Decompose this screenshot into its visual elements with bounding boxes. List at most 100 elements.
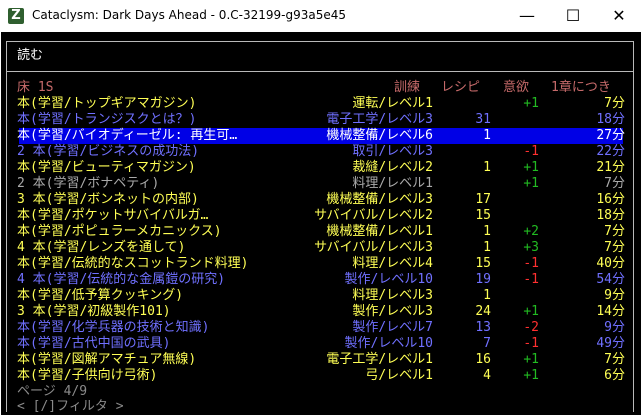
book-row[interactable]: 3 本(学習/初級製作101) 製作/レベル3 24 +1 14分 xyxy=(17,304,637,320)
minimize-button[interactable]: — xyxy=(504,0,550,32)
book-name: 本(学習/バイオディーゼル: 再生可… xyxy=(17,128,238,143)
book-motivation: +1 xyxy=(523,352,539,367)
book-name: 2 本(学習/ビジネスの成功法) xyxy=(17,144,200,159)
book-skill: 製作/レベル3 xyxy=(352,304,433,319)
book-row[interactable]: 2 本(学習/ボナペティ) 料理/レベル1 +1 7分 xyxy=(17,176,637,192)
book-time: 7分 xyxy=(604,240,625,255)
book-name: 本(学習/化学兵器の技術と知識) xyxy=(17,320,210,335)
book-row[interactable]: 本(学習/図解アマチュア無線) 電子工学/レベル1 16 +1 7分 xyxy=(17,352,637,368)
book-time: 18分 xyxy=(596,112,625,127)
book-skill: 料理/レベル4 xyxy=(352,256,433,271)
book-time: 14分 xyxy=(596,304,625,319)
book-motivation: -1 xyxy=(523,256,539,271)
book-recipes: 1 xyxy=(483,224,491,239)
app-icon: Z xyxy=(8,8,24,24)
game-terminal: 読む 床 1S 訓練 レシピ 意欲 1章につき 本(学習/トップギアマガジン) 運… xyxy=(1,32,641,415)
book-time: 9分 xyxy=(604,288,625,303)
book-time: 9分 xyxy=(604,320,625,335)
book-skill: 電子工学/レベル1 xyxy=(326,352,433,367)
book-recipes: 16 xyxy=(475,352,491,367)
book-row-selected[interactable]: 本(学習/バイオディーゼル: 再生可… 機械整備/レベル6 1 27分 xyxy=(17,128,625,144)
book-recipes: 1 xyxy=(483,160,491,175)
book-motivation: +1 xyxy=(523,160,539,175)
book-skill: 製作/レベル10 xyxy=(344,336,433,351)
book-motivation: -2 xyxy=(523,320,539,335)
book-time: 18分 xyxy=(596,208,625,223)
maximize-button[interactable]: ☐ xyxy=(550,0,596,32)
book-name: 本(学習/ポケットサバイバルガ… xyxy=(17,208,209,223)
book-recipes: 15 xyxy=(475,256,491,271)
book-name: 本(学習/低予算クッキング) xyxy=(17,288,184,303)
book-skill: 機械整備/レベル1 xyxy=(326,224,433,239)
book-recipes: 19 xyxy=(475,272,491,287)
book-motivation: +1 xyxy=(523,176,539,191)
book-row[interactable]: 3 本(学習/ボンネットの内部) 機械整備/レベル3 17 16分 xyxy=(17,192,637,208)
book-row[interactable]: 4 本(学習/レンズを通して) サバイバル/レベル3 1 +3 7分 xyxy=(17,240,637,256)
book-skill: サバイバル/レベル3 xyxy=(314,240,433,255)
book-recipes: 24 xyxy=(475,304,491,319)
book-row[interactable]: 本(学習/古代中国の武具) 製作/レベル10 7 -1 49分 xyxy=(17,336,637,352)
window-titlebar: Z Cataclysm: Dark Days Ahead - 0.C-32199… xyxy=(0,0,642,32)
book-time: 21分 xyxy=(596,160,625,175)
book-recipes: 1 xyxy=(483,288,491,303)
book-recipes: 17 xyxy=(475,192,491,207)
book-row[interactable]: 本(学習/トランジスクとは？) 電子工学/レベル3 31 18分 xyxy=(17,112,637,128)
book-time: 7分 xyxy=(604,224,625,239)
book-row[interactable]: 2 本(学習/ビジネスの成功法) 取引/レベル3 -1 22分 xyxy=(17,144,637,160)
book-row[interactable]: 本(学習/化学兵器の技術と知識) 製作/レベル7 13 -2 9分 xyxy=(17,320,637,336)
book-row[interactable]: 本(学習/ビューティマガジン) 裁縫/レベル2 1 +1 21分 xyxy=(17,160,637,176)
book-skill: 製作/レベル7 xyxy=(352,320,433,335)
book-row[interactable]: 本(学習/ポピュラーメカニックス) 機械整備/レベル1 1 +2 7分 xyxy=(17,224,637,240)
book-motivation: -1 xyxy=(523,144,539,159)
book-recipes: 1 xyxy=(483,128,491,143)
book-row[interactable]: 本(学習/子供向け弓術) 弓/レベル1 4 +1 6分 xyxy=(17,368,637,384)
book-name: 本(学習/図解アマチュア無線) xyxy=(17,352,197,367)
book-name: 3 本(学習/ボンネットの内部) xyxy=(17,192,199,207)
book-name: 3 本(学習/初級製作101) xyxy=(17,304,171,319)
book-row[interactable]: 本(学習/トップギアマガジン) 運転/レベル1 +1 7分 xyxy=(17,96,637,112)
book-skill: 機械整備/レベル6 xyxy=(326,128,433,143)
book-time: 27分 xyxy=(596,128,625,143)
category-header: 床 1S xyxy=(17,80,54,95)
book-skill: 料理/レベル3 xyxy=(352,288,433,303)
book-recipes: 4 xyxy=(483,368,491,383)
page-indicator: ページ 4/9 xyxy=(17,384,88,399)
book-name: 本(学習/トップギアマガジン) xyxy=(17,96,197,111)
book-skill: 電子工学/レベル3 xyxy=(326,112,433,127)
menu-divider xyxy=(6,71,634,72)
book-row[interactable]: 本(学習/伝統的なスコットランド料理) 料理/レベル4 15 -1 40分 xyxy=(17,256,637,272)
book-row[interactable]: 本(学習/低予算クッキング) 料理/レベル3 1 9分 xyxy=(17,288,637,304)
book-motivation: -1 xyxy=(523,272,539,287)
time-column-header: 1章につき xyxy=(551,80,611,95)
book-skill: 裁縫/レベル2 xyxy=(352,160,433,175)
book-motivation: +1 xyxy=(523,304,539,319)
close-button[interactable]: ✕ xyxy=(596,0,642,32)
book-recipes: 1 xyxy=(483,240,491,255)
book-time: 49分 xyxy=(596,336,625,351)
book-skill: 機械整備/レベル3 xyxy=(326,192,433,207)
book-name: 本(学習/トランジスクとは？) xyxy=(17,112,197,127)
book-recipes: 7 xyxy=(483,336,491,351)
book-skill: 製作/レベル10 xyxy=(344,272,433,287)
book-name: 4 本(学習/伝統的な金属鎧の研究) xyxy=(17,272,226,287)
book-motivation: +2 xyxy=(523,224,539,239)
book-row[interactable]: 4 本(学習/伝統的な金属鎧の研究) 製作/レベル10 19 -1 54分 xyxy=(17,272,637,288)
book-name: 2 本(学習/ボナペティ) xyxy=(17,176,160,191)
book-motivation: +3 xyxy=(523,240,539,255)
book-skill: 料理/レベル1 xyxy=(352,176,433,191)
book-recipes: 31 xyxy=(475,112,491,127)
book-name: 本(学習/子供向け弓術) xyxy=(17,368,158,383)
book-motivation: +1 xyxy=(523,368,539,383)
window-title: Cataclysm: Dark Days Ahead - 0.C-32199-g… xyxy=(32,8,346,22)
book-name: 4 本(学習/レンズを通して) xyxy=(17,240,186,255)
book-name: 本(学習/ポピュラーメカニックス) xyxy=(17,224,222,239)
filter-hint[interactable]: < [/]フィルタ > xyxy=(17,399,124,415)
book-time: 22分 xyxy=(596,144,625,159)
book-name: 本(学習/ビューティマガジン) xyxy=(17,160,196,175)
book-name: 本(学習/伝統的なスコットランド料理) xyxy=(17,256,249,271)
book-motivation: -1 xyxy=(523,336,539,351)
book-time: 7分 xyxy=(604,96,625,111)
recipes-column-header: レシピ xyxy=(441,80,481,95)
book-row[interactable]: 本(学習/ポケットサバイバルガ… サバイバル/レベル2 15 18分 xyxy=(17,208,637,224)
book-skill: サバイバル/レベル2 xyxy=(314,208,433,223)
